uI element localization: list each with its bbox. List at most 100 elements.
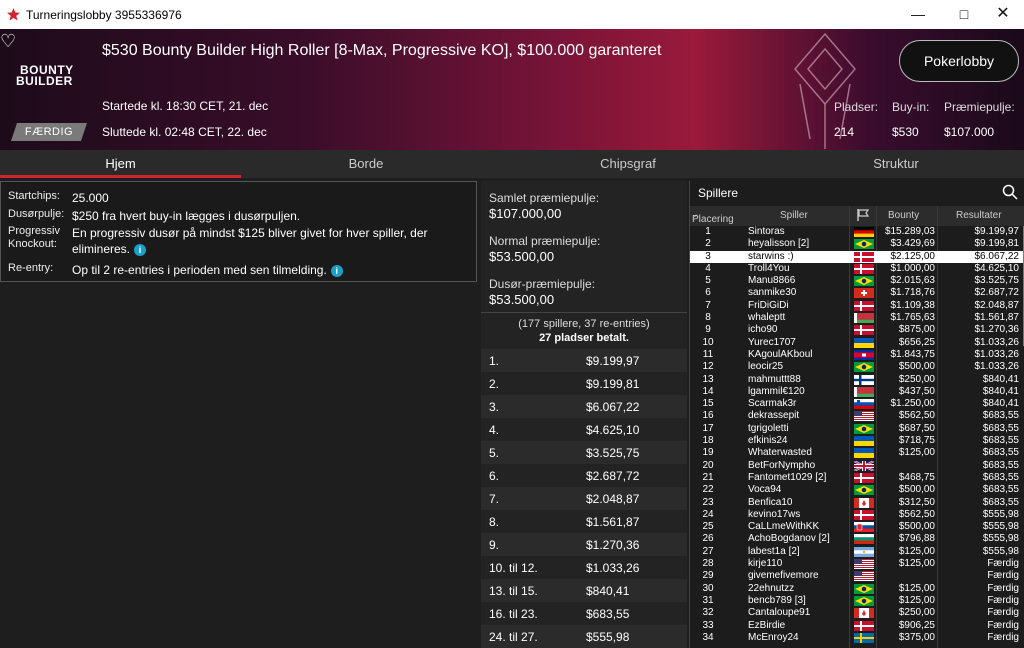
window-title: Turneringslobby 3955336976 bbox=[26, 8, 182, 22]
tab-borde[interactable]: Borde bbox=[246, 150, 486, 178]
player-row[interactable]: 34 McEnroy24 $375,00 Færdig bbox=[690, 632, 1024, 644]
player-row[interactable]: 5 Manu8866 $2.015,63 $3.525,75 bbox=[690, 275, 1024, 287]
payout-amount: $1.561,87 bbox=[586, 515, 640, 529]
de-flag-icon bbox=[854, 227, 874, 237]
player-row[interactable]: 10 Yurec1707 $656,25 $1.033,26 bbox=[690, 337, 1024, 349]
player-row-highlighted[interactable]: 3 starwins :) $2.125,00 $6.067,22 bbox=[690, 250, 1024, 263]
total-prizepool-label: Samlet præmiepulje: bbox=[489, 191, 600, 205]
flag-column-icon[interactable] bbox=[856, 208, 870, 225]
favorite-heart-icon[interactable]: ♡ bbox=[0, 31, 16, 52]
player-bounty: $906,25 bbox=[898, 619, 935, 631]
player-row[interactable]: 13 mahmuttt88 $250,00 $840,41 bbox=[690, 374, 1024, 386]
player-name: Scarmak3r bbox=[748, 398, 797, 410]
player-row[interactable]: 26 AchoBogdanov [2] $796,88 $555,98 bbox=[690, 533, 1024, 545]
seats-value: 214 bbox=[834, 125, 855, 139]
player-row[interactable]: 11 KAgoulAKboul $1.843,75 $1.033,26 bbox=[690, 349, 1024, 361]
player-bounty: $125,00 bbox=[898, 545, 935, 557]
pokerlobby-button[interactable]: Pokerlobby bbox=[899, 40, 1019, 82]
close-icon[interactable]: ✕ bbox=[980, 3, 1024, 25]
payout-amount: $1.270,36 bbox=[586, 538, 640, 552]
player-row[interactable]: 20 BetForNympho $683,55 bbox=[690, 460, 1024, 472]
player-result: $9.199,81 bbox=[974, 238, 1020, 250]
prizepool-label: Præmiepulje: bbox=[944, 100, 1015, 114]
player-bounty: $250,00 bbox=[898, 373, 935, 385]
player-row[interactable]: 12 leocir25 $500,00 $1.033,26 bbox=[690, 361, 1024, 373]
player-bounty: $2.015,63 bbox=[890, 275, 936, 287]
payout-row: 6. $2.687,72 bbox=[481, 464, 687, 487]
us-flag-icon bbox=[854, 571, 874, 582]
dk-flag-icon bbox=[854, 300, 874, 311]
player-row[interactable]: 30 22ehnutzz $125,00 Færdig bbox=[690, 583, 1024, 595]
si-flag-icon bbox=[854, 399, 874, 410]
player-row[interactable]: 14 lgammil€120 $437,50 $840,41 bbox=[690, 386, 1024, 398]
player-name: Voca94 bbox=[748, 484, 782, 496]
dk-flag-icon bbox=[854, 472, 874, 483]
prizepool-panel: Samlet præmiepulje: $107.000,00 Normal p… bbox=[481, 181, 687, 648]
player-row[interactable]: 27 labest1a [2] $125,00 $555,98 bbox=[690, 546, 1024, 558]
player-row[interactable]: 24 kevino17ws $562,50 $555,98 bbox=[690, 509, 1024, 521]
player-row[interactable]: 1 Sintoras $15.289,03 $9.199,97 bbox=[690, 226, 1024, 238]
player-row[interactable]: 15 Scarmak3r $1.250,00 $840,41 bbox=[690, 398, 1024, 410]
tab-struktur[interactable]: Struktur bbox=[776, 150, 1016, 178]
player-row[interactable]: 19 Whaterwasted $125,00 $683,55 bbox=[690, 447, 1024, 459]
tab-chipsgraf[interactable]: Chipsgraf bbox=[508, 150, 748, 178]
payout-row: 1. $9.199,97 bbox=[481, 349, 687, 372]
payout-place: 9. bbox=[489, 538, 500, 552]
ar-flag-icon bbox=[854, 546, 874, 557]
search-icon[interactable] bbox=[1002, 184, 1018, 200]
player-bounty: $250,00 bbox=[898, 607, 935, 619]
player-row[interactable]: 2 heyalisson [2] $3.429,69 $9.199,81 bbox=[690, 238, 1024, 250]
player-row[interactable]: 6 sanmike30 $1.718,76 $2.687,72 bbox=[690, 287, 1024, 299]
seats-label: Pladser: bbox=[834, 100, 879, 114]
player-place: 5 bbox=[705, 275, 711, 287]
player-row[interactable]: 16 dekrassepit $562,50 $683,55 bbox=[690, 410, 1024, 422]
player-row[interactable]: 18 efkinis24 $718,75 $683,55 bbox=[690, 435, 1024, 447]
player-result: Færdig bbox=[987, 594, 1019, 606]
player-result: $683,55 bbox=[982, 471, 1019, 483]
tab-hjem[interactable]: Hjem bbox=[0, 150, 241, 178]
player-bounty: $125,00 bbox=[898, 582, 935, 594]
player-row[interactable]: 29 givemefivemore Færdig bbox=[690, 570, 1024, 582]
player-bounty: $468,75 bbox=[898, 471, 935, 483]
col-resultater[interactable]: Resultater bbox=[956, 210, 1002, 221]
normal-prizepool-value: $53.500,00 bbox=[489, 249, 555, 264]
player-row[interactable]: 28 kirje110 $125,00 Færdig bbox=[690, 558, 1024, 570]
player-name: bencb789 [3] bbox=[748, 594, 806, 606]
player-row[interactable]: 32 Cantaloupe91 $250,00 Færdig bbox=[690, 607, 1024, 619]
player-row[interactable]: 31 bencb789 [3] $125,00 Færdig bbox=[690, 595, 1024, 607]
player-result: $1.033,26 bbox=[974, 336, 1020, 348]
col-bounty[interactable]: Bounty bbox=[888, 210, 919, 221]
col-spiller[interactable]: Spiller bbox=[780, 210, 808, 221]
player-row[interactable]: 33 EzBirdie $906,25 Færdig bbox=[690, 620, 1024, 632]
player-bounty: $15.289,03 bbox=[884, 226, 935, 237]
player-bounty: $875,00 bbox=[898, 324, 935, 336]
player-name: FriDiGiDi bbox=[748, 299, 789, 311]
player-place: 3 bbox=[705, 250, 711, 262]
payout-place: 1. bbox=[489, 354, 500, 368]
player-row[interactable]: 17 tgrigoletti $687,50 $683,55 bbox=[690, 423, 1024, 435]
player-place: 18 bbox=[702, 435, 714, 447]
player-row[interactable]: 8 whaleptt $1.765,63 $1.561,87 bbox=[690, 312, 1024, 324]
player-name: givemefivemore bbox=[748, 570, 819, 582]
player-row[interactable]: 21 Fantomet1029 [2] $468,75 $683,55 bbox=[690, 472, 1024, 484]
player-result: $4.625,10 bbox=[974, 262, 1020, 274]
player-bounty: $687,50 bbox=[898, 422, 935, 434]
player-row[interactable]: 4 Troll4You $1.000,00 $4.625,10 bbox=[690, 263, 1024, 275]
player-result: $1.033,26 bbox=[974, 361, 1020, 373]
player-row[interactable]: 23 Benfica10 $312,50 $683,55 bbox=[690, 497, 1024, 509]
player-bounty: $1.000,00 bbox=[890, 262, 936, 274]
payout-amount: $3.525,75 bbox=[586, 446, 640, 460]
info-icon[interactable]: i bbox=[134, 243, 147, 256]
player-row[interactable]: 7 FriDiGiDi $1.109,38 $2.048,87 bbox=[690, 300, 1024, 312]
info-icon[interactable]: i bbox=[330, 264, 343, 277]
player-row[interactable]: 9 icho90 $875,00 $1.270,36 bbox=[690, 324, 1024, 336]
payout-place: 4. bbox=[489, 423, 500, 437]
minimize-icon[interactable]: — bbox=[895, 3, 941, 25]
player-name: EzBirdie bbox=[748, 619, 786, 631]
player-place: 10 bbox=[702, 336, 714, 348]
player-place: 13 bbox=[702, 373, 714, 385]
player-row[interactable]: 25 CaLLmeWithKK $500,00 $555,98 bbox=[690, 521, 1024, 533]
player-name: Fantomet1029 [2] bbox=[748, 471, 827, 483]
player-name: McEnroy24 bbox=[748, 631, 799, 643]
player-row[interactable]: 22 Voca94 $500,00 $683,55 bbox=[690, 484, 1024, 496]
